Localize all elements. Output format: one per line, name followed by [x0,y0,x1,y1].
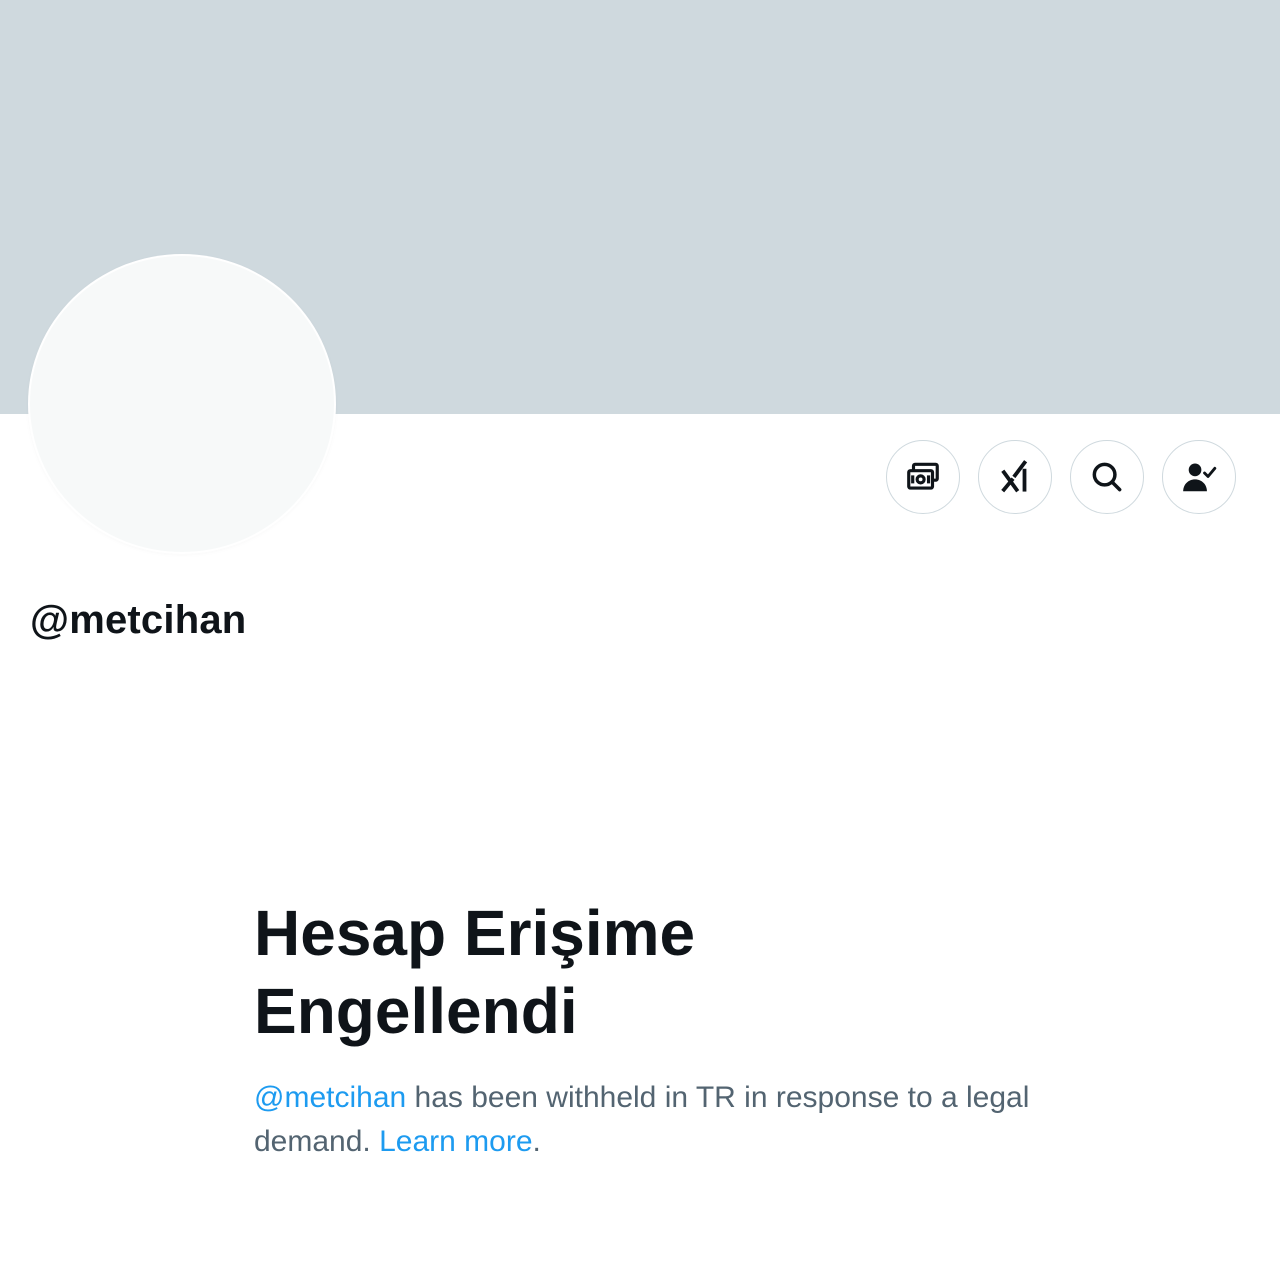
learn-more-link[interactable]: Learn more [379,1125,532,1158]
grok-button[interactable] [978,440,1052,514]
search-button[interactable] [1070,440,1144,514]
handle-link[interactable]: @metcihan [254,1081,406,1114]
profile-page: @metcihan Hesap Erişime Engellendi @metc… [0,0,1280,1268]
search-icon [1088,458,1126,496]
monetization-button[interactable] [886,440,960,514]
profile-actions [886,440,1236,514]
withheld-notice: Hesap Erişime Engellendi @metcihan has b… [254,894,1054,1164]
profile-handle: @metcihan [30,598,247,642]
message-period: . [532,1125,541,1158]
follow-user-check-icon [1180,458,1218,496]
avatar [30,256,334,552]
withheld-message: @metcihan has been withheld in TR in res… [254,1076,1044,1164]
withheld-title: Hesap Erişime Engellendi [254,897,696,1047]
monetization-icon [904,458,942,496]
follow-button[interactable] [1162,440,1236,514]
grok-icon [996,458,1034,496]
